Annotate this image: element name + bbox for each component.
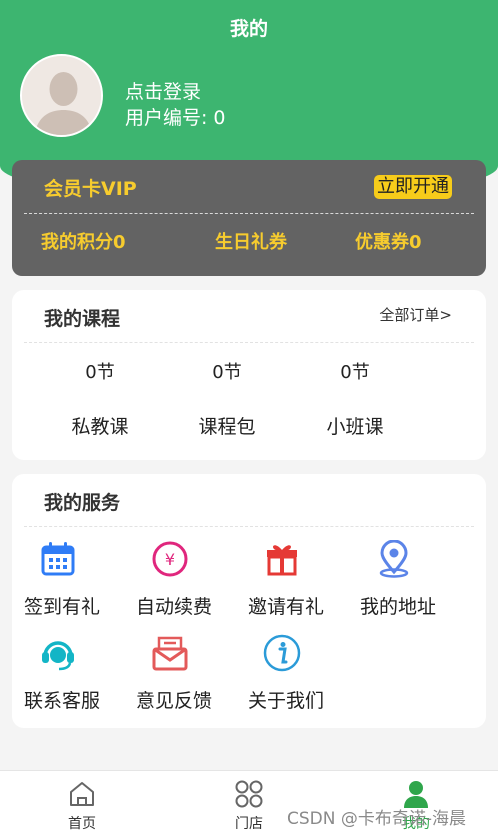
tab-label: 门店 <box>235 816 263 832</box>
divider <box>24 342 474 343</box>
user-id: 用户编号: 0 <box>125 105 226 131</box>
private-course-label[interactable]: 私教课 <box>45 412 155 439</box>
service-label: 自动续费 <box>136 596 213 618</box>
points-stat[interactable]: 我的积分0 <box>41 228 126 254</box>
page-title: 我的 <box>229 18 268 40</box>
svg-text:¥: ¥ <box>165 550 175 569</box>
calendar-icon <box>41 542 75 576</box>
vip-title: 会员卡VIP <box>44 178 137 200</box>
user-id-value: 0 <box>213 107 226 129</box>
service-label: 联系客服 <box>24 690 101 712</box>
yen-icon: ¥ <box>152 541 188 577</box>
service-checkin[interactable]: 签到有礼 <box>24 540 124 630</box>
avatar[interactable] <box>20 54 103 137</box>
package-course-label[interactable]: 课程包 <box>172 412 282 439</box>
services-title: 我的服务 <box>44 492 121 514</box>
service-invite[interactable]: 邀请有礼 <box>248 540 348 630</box>
service-label: 我的地址 <box>360 596 437 618</box>
tab-home[interactable]: 首页 <box>42 771 122 835</box>
birthday-coupon-stat[interactable]: 生日礼券 <box>215 228 287 254</box>
info-icon <box>263 634 301 672</box>
all-orders-link[interactable]: 全部订单> <box>379 304 452 325</box>
service-auto-renew[interactable]: ¥ 自动续费 <box>136 540 236 630</box>
private-course-count[interactable]: 0节 <box>55 358 145 384</box>
home-icon <box>70 782 94 806</box>
courses-title: 我的课程 <box>44 308 121 330</box>
watermark: CSDN @卡布奇诺-海晨 <box>287 809 467 829</box>
login-link[interactable]: 点击登录 <box>125 79 201 105</box>
service-label: 邀请有礼 <box>248 596 325 618</box>
coupon-stat[interactable]: 优惠券0 <box>355 228 422 254</box>
default-avatar-icon <box>22 56 101 135</box>
group-course-count[interactable]: 0节 <box>310 358 400 384</box>
service-address[interactable]: 我的地址 <box>360 540 460 630</box>
user-id-label: 用户编号: <box>125 107 208 129</box>
envelope-icon <box>152 636 188 671</box>
vip-card: 会员卡VIP 立即开通 我的积分0 生日礼券 优惠券0 <box>12 160 486 276</box>
service-support[interactable]: 联系客服 <box>24 634 124 724</box>
tab-label: 首页 <box>68 816 96 832</box>
location-pin-icon <box>379 540 409 578</box>
headset-icon <box>42 641 74 671</box>
divider <box>24 213 474 214</box>
gift-icon <box>267 545 297 576</box>
services-card: 我的服务 签到有礼 ¥ 自动续费 邀请有礼 我的地址 联系客服 意见反馈 关于我… <box>12 474 486 728</box>
activate-vip-button[interactable]: 立即开通 <box>374 175 452 199</box>
package-course-count[interactable]: 0节 <box>182 358 272 384</box>
grid-icon <box>235 780 263 808</box>
service-label: 签到有礼 <box>24 596 101 618</box>
service-about[interactable]: 关于我们 <box>248 634 348 724</box>
service-label: 意见反馈 <box>136 690 213 712</box>
group-course-label[interactable]: 小班课 <box>300 412 410 439</box>
service-label: 关于我们 <box>248 690 325 712</box>
service-feedback[interactable]: 意见反馈 <box>136 634 236 724</box>
tab-stores[interactable]: 门店 <box>209 771 289 835</box>
divider <box>24 526 474 527</box>
courses-card: 我的课程 全部订单> 0节 0节 0节 私教课 课程包 小班课 <box>12 290 486 460</box>
